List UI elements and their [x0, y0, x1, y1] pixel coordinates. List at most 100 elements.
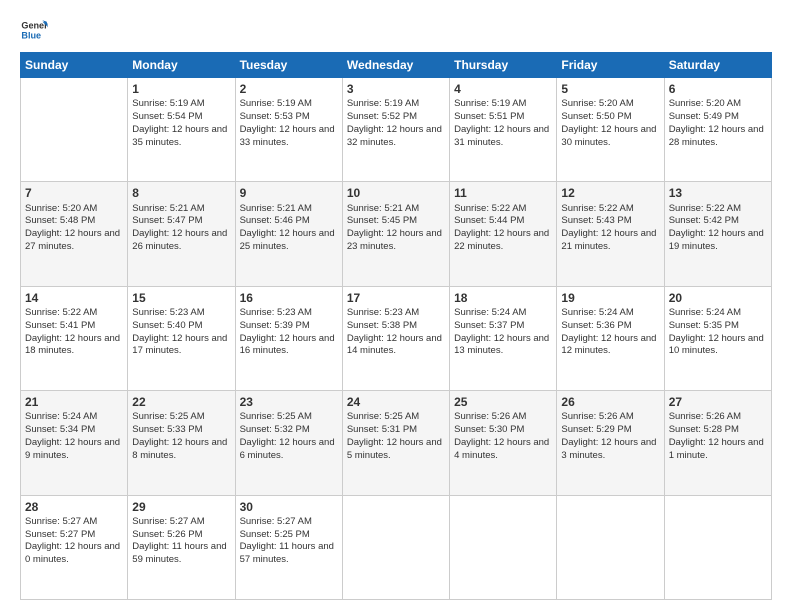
- day-number: 29: [132, 499, 230, 515]
- daylight: Daylight: 12 hours and 27 minutes.: [25, 228, 120, 252]
- day-header-tuesday: Tuesday: [235, 53, 342, 78]
- daylight: Daylight: 12 hours and 31 minutes.: [454, 124, 549, 148]
- calendar-cell: 13 Sunrise: 5:22 AMSunset: 5:42 PM Dayligh…: [664, 182, 771, 286]
- calendar-cell: 25Sunrise: 5:26 AMSunset: 5:30 PMDayligh…: [450, 391, 557, 495]
- daylight: Daylight: 12 hours and 3 minutes.: [561, 437, 656, 461]
- calendar-table: SundayMondayTuesdayWednesdayThursdayFrid…: [20, 52, 772, 600]
- sunrise: Sunrise: 5:21 AM: [347, 203, 419, 214]
- day-number: 15: [132, 290, 230, 306]
- day-number: 24: [347, 394, 445, 410]
- week-row-1: 1Sunrise: 5:19 AMSunset: 5:54 PMDaylight…: [21, 78, 772, 182]
- calendar-cell: 26Sunrise: 5:26 AM Sunset: 5:29 PM Dayligh…: [557, 391, 664, 495]
- sunrise: Sunrise: 5:22 AM: [669, 203, 741, 214]
- calendar-cell: [664, 495, 771, 599]
- day-number: 7: [25, 185, 123, 201]
- sunrise: Sunrise: 5:25 AM: [240, 411, 312, 422]
- sunset: Sunset: 5:44 PM: [454, 215, 524, 226]
- calendar-cell: 23Sunrise: 5:25 AMSunset: 5:32 PMDayligh…: [235, 391, 342, 495]
- sunset: Sunset: 5:35 PM: [669, 320, 739, 331]
- calendar-cell: 27Sunrise: 5:26 AMSunset: 5:28 PMDayligh…: [664, 391, 771, 495]
- daylight: Daylight: 11 hours and 57 minutes.: [240, 541, 334, 565]
- sunset: Sunset: 5:42 PM: [669, 215, 739, 226]
- day-header-friday: Friday: [557, 53, 664, 78]
- calendar-cell: 1Sunrise: 5:19 AMSunset: 5:54 PMDaylight…: [128, 78, 235, 182]
- sunrise: Sunrise: 5:24 AM: [454, 307, 526, 318]
- sunset: Sunset: 5:48 PM: [25, 215, 95, 226]
- daylight: Daylight: 12 hours and 25 minutes.: [240, 228, 335, 252]
- header: General Blue: [20, 16, 772, 44]
- day-header-thursday: Thursday: [450, 53, 557, 78]
- calendar-header-row: SundayMondayTuesdayWednesdayThursdayFrid…: [21, 53, 772, 78]
- sunset: Sunset: 5:43 PM: [561, 215, 631, 226]
- daylight: Daylight: 12 hours and 28 minutes.: [669, 124, 764, 148]
- day-number: 26: [561, 394, 659, 410]
- week-row-5: 28Sunrise: 5:27 AMSunset: 5:27 PMDayligh…: [21, 495, 772, 599]
- sunset: Sunset: 5:53 PM: [240, 111, 310, 122]
- calendar-cell: 22Sunrise: 5:25 AMSunset: 5:33 PMDayligh…: [128, 391, 235, 495]
- sunset: Sunset: 5:31 PM: [347, 424, 417, 435]
- daylight: Daylight: 12 hours and 26 minutes.: [132, 228, 227, 252]
- sunset: Sunset: 5:45 PM: [347, 215, 417, 226]
- sunrise: Sunrise: 5:19 AM: [132, 98, 204, 109]
- calendar-cell: 7 Sunrise: 5:20 AMSunset: 5:48 PM Daylight…: [21, 182, 128, 286]
- sunrise: Sunrise: 5:22 AM: [25, 307, 97, 318]
- sunrise: Sunrise: 5:21 AM: [240, 203, 312, 214]
- sunset: Sunset: 5:30 PM: [454, 424, 524, 435]
- sunset: Sunset: 5:47 PM: [132, 215, 202, 226]
- day-number: 3: [347, 81, 445, 97]
- day-number: 4: [454, 81, 552, 97]
- sunrise: Sunrise: 5:26 AM: [561, 411, 633, 422]
- sunrise: Sunrise: 5:26 AM: [669, 411, 741, 422]
- sunrise: Sunrise: 5:27 AM: [240, 516, 312, 527]
- daylight: Daylight: 12 hours and 19 minutes.: [669, 228, 764, 252]
- daylight: Daylight: 12 hours and 14 minutes.: [347, 333, 442, 357]
- day-header-saturday: Saturday: [664, 53, 771, 78]
- sunrise: Sunrise: 5:23 AM: [347, 307, 419, 318]
- daylight: Daylight: 12 hours and 4 minutes.: [454, 437, 549, 461]
- day-number: 25: [454, 394, 552, 410]
- calendar-cell: 4Sunrise: 5:19 AMSunset: 5:51 PMDaylight…: [450, 78, 557, 182]
- sunrise: Sunrise: 5:19 AM: [454, 98, 526, 109]
- calendar-cell: 21Sunrise: 5:24 AMSunset: 5:34 PMDayligh…: [21, 391, 128, 495]
- day-number: 13: [669, 185, 767, 201]
- daylight: Daylight: 12 hours and 6 minutes.: [240, 437, 335, 461]
- sunset: Sunset: 5:37 PM: [454, 320, 524, 331]
- day-number: 20: [669, 290, 767, 306]
- day-number: 17: [347, 290, 445, 306]
- svg-text:General: General: [21, 21, 48, 31]
- calendar-cell: 8Sunrise: 5:21 AMSunset: 5:47 PMDaylight…: [128, 182, 235, 286]
- day-header-wednesday: Wednesday: [342, 53, 449, 78]
- sunrise: Sunrise: 5:22 AM: [561, 203, 633, 214]
- sunset: Sunset: 5:54 PM: [132, 111, 202, 122]
- daylight: Daylight: 12 hours and 13 minutes.: [454, 333, 549, 357]
- day-number: 11: [454, 185, 552, 201]
- day-number: 28: [25, 499, 123, 515]
- calendar-cell: 30Sunrise: 5:27 AM Sunset: 5:25 PMDayligh…: [235, 495, 342, 599]
- sunset: Sunset: 5:36 PM: [561, 320, 631, 331]
- sunset: Sunset: 5:46 PM: [240, 215, 310, 226]
- sunrise: Sunrise: 5:21 AM: [132, 203, 204, 214]
- sunrise: Sunrise: 5:24 AM: [25, 411, 97, 422]
- sunrise: Sunrise: 5:20 AM: [25, 203, 97, 214]
- daylight: Daylight: 12 hours and 5 minutes.: [347, 437, 442, 461]
- day-header-monday: Monday: [128, 53, 235, 78]
- sunset: Sunset: 5:27 PM: [25, 529, 95, 540]
- day-number: 21: [25, 394, 123, 410]
- day-number: 9: [240, 185, 338, 201]
- sunset: Sunset: 5:29 PM: [561, 424, 631, 435]
- calendar-cell: 5Sunrise: 5:20 AMSunset: 5:50 PMDaylight…: [557, 78, 664, 182]
- sunrise: Sunrise: 5:27 AM: [132, 516, 204, 527]
- calendar-cell: 29Sunrise: 5:27 AMSunset: 5:26 PMDayligh…: [128, 495, 235, 599]
- sunset: Sunset: 5:40 PM: [132, 320, 202, 331]
- sunset: Sunset: 5:25 PM: [240, 529, 310, 540]
- day-number: 30: [240, 499, 338, 515]
- day-number: 14: [25, 290, 123, 306]
- sunrise: Sunrise: 5:20 AM: [669, 98, 741, 109]
- day-header-sunday: Sunday: [21, 53, 128, 78]
- calendar-cell: 20Sunrise: 5:24 AMSunset: 5:35 PMDayligh…: [664, 286, 771, 390]
- sunrise: Sunrise: 5:25 AM: [347, 411, 419, 422]
- daylight: Daylight: 12 hours and 35 minutes.: [132, 124, 227, 148]
- sunrise: Sunrise: 5:24 AM: [561, 307, 633, 318]
- daylight: Daylight: 12 hours and 0 minutes.: [25, 541, 120, 565]
- calendar-cell: 18Sunrise: 5:24 AMSunset: 5:37 PMDayligh…: [450, 286, 557, 390]
